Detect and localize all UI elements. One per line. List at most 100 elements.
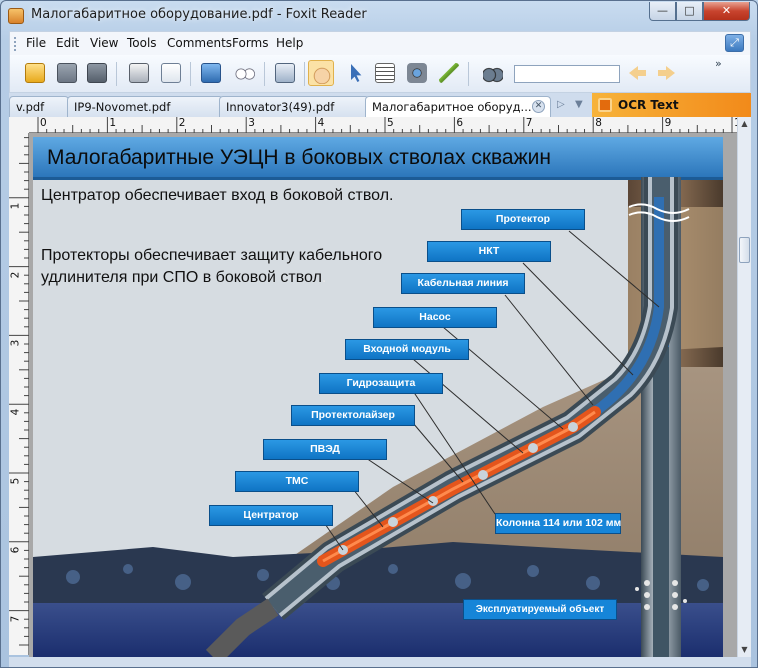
toolbar-overflow-button[interactable]: » [715, 57, 722, 70]
tab-malogabaritnoe[interactable]: Малогабаритное оборуд... [365, 96, 551, 117]
ruler-number: 2 [9, 271, 22, 278]
ruler-number: 6 [9, 546, 22, 554]
screenshot-tool-button[interactable] [404, 60, 430, 86]
tab-innovator[interactable]: Innovator3(49).pdf [219, 96, 369, 117]
menu-forms[interactable]: Forms [232, 36, 268, 50]
select-tool-button[interactable] [342, 60, 368, 86]
ruler-number: 3 [9, 340, 22, 347]
ruler-corner [9, 117, 29, 133]
menu-view[interactable]: View [90, 36, 118, 50]
email-button[interactable] [158, 60, 184, 86]
heading-underline [33, 177, 723, 180]
slide-text-protectors-line2-tail: . [321, 269, 327, 286]
ruler-number: 4 [9, 408, 22, 416]
binoculars-icon [483, 63, 503, 83]
tab-close-icon[interactable]: ✕ [532, 100, 545, 113]
ruler-number: 7 [9, 615, 22, 622]
component-label: Кабельная линия [401, 273, 525, 294]
component-label: Протектор [461, 209, 585, 230]
slide-canvas [33, 137, 723, 657]
scrollbar-thumb[interactable] [739, 237, 750, 263]
typewriter-button[interactable] [436, 60, 462, 86]
hand-icon [312, 64, 332, 84]
component-label: Насос [373, 307, 497, 328]
tab-ip9-novomet[interactable]: IP9-Novomet.pdf [67, 96, 223, 117]
menu-comments[interactable]: Comments [167, 36, 232, 50]
toolbar-separator [116, 62, 117, 86]
save-as-button[interactable] [84, 60, 110, 86]
properties-button[interactable] [232, 60, 258, 86]
horizontal-ruler-ticks [37, 117, 733, 133]
close-button[interactable]: ✕ [703, 2, 750, 21]
menu-bar: File Edit View Tools Comments Forms Help… [9, 31, 751, 55]
reservoir-layer [33, 603, 723, 657]
ruler-number: 3 [248, 117, 255, 129]
pdf-slide: Малогабаритные УЭЦН в боковых стволах ск… [33, 137, 723, 657]
tab-list-dropdown-icon[interactable]: ▼ [575, 99, 583, 110]
print-button[interactable] [126, 60, 152, 86]
toolbar-separator [264, 62, 265, 86]
vertical-ruler: 1 2 3 4 5 6 7 [9, 133, 29, 655]
ruler-number: 5 [9, 477, 22, 485]
slide-text-centralizer: Центратор обеспечивает вход в боковой ст… [41, 187, 394, 204]
exploited-object-label: Эксплуатируемый объект [463, 599, 617, 620]
find-previous-button[interactable] [624, 60, 650, 86]
minimize-button[interactable]: — [649, 2, 676, 21]
menu-edit[interactable]: Edit [56, 36, 79, 50]
foxit-window: Малогабаритное оборудование.pdf - Foxit … [0, 0, 758, 668]
component-label: ТМС [235, 471, 359, 492]
slide-heading: Малогабаритные УЭЦН в боковых стволах ск… [47, 146, 551, 169]
monitor-icon [201, 63, 221, 83]
title-bar[interactable]: Малогабаритное оборудование.pdf - Foxit … [1, 1, 757, 31]
ruler-number: 5 [387, 117, 394, 129]
ruler-number: 2 [178, 117, 186, 129]
text-select-button[interactable] [372, 60, 398, 86]
ocr-text-recognition-banner[interactable]: OCR Text Recognition [592, 93, 751, 136]
camera-icon [407, 63, 427, 83]
toolbar-separator [468, 62, 469, 86]
status-bar [9, 657, 751, 667]
ruler-number: 0 [40, 117, 47, 129]
slide-text-protectors-line2-body: удлинителя при СПО в боковой ствол [41, 269, 322, 286]
arrow-pointer-icon [351, 64, 362, 82]
find-input[interactable] [514, 65, 620, 83]
text-document-icon [375, 63, 395, 83]
menu-tools[interactable]: Tools [127, 36, 157, 50]
pen-check-icon [439, 63, 459, 83]
open-folder-button[interactable] [22, 60, 48, 86]
component-label: Протектолайзер [291, 405, 415, 426]
ruler-number: 7 [525, 117, 533, 129]
next-arrow-icon [658, 66, 675, 80]
vertical-ruler-ticks [9, 137, 29, 646]
component-label: НКТ [427, 241, 551, 262]
scroll-down-icon[interactable]: ▼ [738, 643, 751, 657]
slide-text-protectors-line2: удлинителя при СПО в боковой ствол. [41, 269, 326, 287]
menu-grip [14, 37, 17, 51]
previous-arrow-icon [629, 66, 646, 80]
hand-tool-button[interactable] [308, 60, 334, 86]
menu-help[interactable]: Help [276, 36, 303, 50]
glasses-icon [235, 63, 255, 83]
vertical-scrollbar[interactable]: ▲ ▼ [737, 117, 751, 657]
save-button[interactable] [54, 60, 80, 86]
tab-v-pdf[interactable]: v.pdf [9, 96, 69, 117]
fullscreen-button[interactable] [198, 60, 224, 86]
scroll-up-icon[interactable]: ▲ [738, 117, 751, 131]
printer-icon [129, 63, 149, 83]
toolbar-separator [190, 62, 191, 86]
find-next-button[interactable] [654, 60, 680, 86]
horizontal-ruler: 01234567891 [29, 117, 741, 133]
floppy-icon [57, 63, 77, 83]
maximize-button[interactable]: □ [676, 2, 703, 21]
tab-scroll-right-icon[interactable]: ▷ [557, 99, 565, 110]
document-page-area[interactable]: Малогабаритные УЭЦН в боковых стволах ск… [29, 133, 737, 657]
ruler-number: 1 [109, 117, 117, 129]
restore-view-icon[interactable]: ⤢ [725, 34, 744, 52]
menu-file[interactable]: File [26, 36, 46, 50]
ruler-number: 4 [317, 117, 325, 129]
component-label: Центратор [209, 505, 333, 526]
ruler-number: 6 [456, 117, 464, 129]
snapshot-button[interactable] [272, 60, 298, 86]
component-label: Входной модуль [345, 339, 469, 360]
find-button[interactable] [480, 60, 506, 86]
